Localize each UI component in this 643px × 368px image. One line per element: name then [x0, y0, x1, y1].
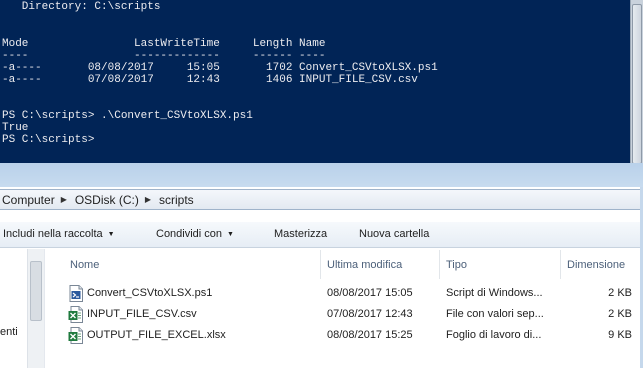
console-line: True [2, 122, 29, 134]
share-with-button[interactable]: Condividi con ▼ [156, 228, 234, 240]
new-folder-button[interactable]: Nuova cartella [359, 228, 429, 240]
address-bar[interactable]: Computer ▶ OSDisk (C:) ▶ scripts [0, 189, 643, 210]
burn-button[interactable]: Masterizza [274, 228, 327, 240]
console-line: ---- ------------- ------ ---- [2, 50, 326, 62]
breadcrumb-scripts[interactable]: scripts [157, 193, 196, 207]
dropdown-arrow-icon: ▼ [107, 231, 115, 238]
file-row[interactable]: OUTPUT_FILE_EXCEL.xlsx 08/08/2017 15:25 … [46, 325, 643, 346]
file-type: Foglio di lavoro di... [446, 329, 542, 341]
file-modified: 08/08/2017 15:25 [327, 329, 413, 341]
column-header-modified[interactable]: Ultima modifica [321, 250, 439, 279]
column-header-size[interactable]: Dimensione [561, 250, 641, 279]
include-in-library-button[interactable]: Includi nella raccolta ▼ [3, 228, 115, 240]
column-header-type[interactable]: Tipo [440, 250, 560, 279]
file-modified: 08/08/2017 15:05 [327, 287, 413, 299]
console-line: PS C:\scripts> .\Convert_CSVtoXLSX.ps1 [2, 110, 253, 122]
burn-label: Masterizza [274, 228, 328, 240]
file-name[interactable]: Convert_CSVtoXLSX.ps1 [87, 287, 212, 299]
console-line: -a---- 07/08/2017 12:43 1406 INPUT_FILE_… [2, 74, 418, 86]
file-size: 2 KB [608, 308, 632, 320]
share-with-label: Condividi con [156, 228, 223, 240]
window-frame [0, 163, 643, 187]
console-line: Mode LastWriteTime Length Name [2, 38, 326, 50]
navigation-pane-scrollbar[interactable] [27, 249, 44, 368]
excel-csv-icon [68, 306, 83, 323]
navigation-pane-scrollbar-thumb[interactable] [30, 261, 42, 321]
chevron-right-icon[interactable]: ▶ [57, 195, 73, 204]
file-type: File con valori sep... [446, 308, 544, 320]
file-size: 2 KB [608, 287, 632, 299]
file-name[interactable]: INPUT_FILE_CSV.csv [87, 308, 197, 320]
explorer-window: Computer ▶ OSDisk (C:) ▶ scripts Includi… [0, 163, 643, 368]
console-scrollbar[interactable] [630, 0, 643, 163]
file-modified: 07/08/2017 12:43 [327, 308, 413, 320]
new-folder-label: Nuova cartella [359, 228, 430, 240]
console-line: PS C:\scripts> [2, 134, 95, 146]
console-line: -a---- 08/08/2017 15:05 1702 Convert_CSV… [2, 62, 438, 74]
navigation-item-label[interactable]: enti [0, 326, 18, 338]
file-row[interactable]: INPUT_FILE_CSV.csv 07/08/2017 12:43 File… [46, 304, 643, 325]
powershell-console[interactable]: Directory: C:\scripts Mode LastWriteTime… [0, 0, 643, 163]
console-line: Directory: C:\scripts [2, 1, 161, 13]
column-header: Nome Ultima modifica Tipo Dimensione [46, 250, 643, 279]
console-scrollbar-thumb[interactable] [632, 4, 642, 163]
dropdown-arrow-icon: ▼ [227, 231, 234, 238]
file-size: 9 KB [608, 329, 632, 341]
excel-xlsx-icon [68, 327, 83, 344]
powershell-script-icon [69, 285, 83, 302]
command-bar: Includi nella raccolta ▼ Condividi con ▼ M… [0, 222, 643, 248]
breadcrumb-osdisk[interactable]: OSDisk (C:) [73, 193, 141, 207]
include-in-library-label: Includi nella raccolta [3, 228, 103, 240]
chevron-right-icon[interactable]: ▶ [141, 195, 157, 204]
file-type: Script di Windows... [446, 287, 543, 299]
file-row[interactable]: Convert_CSVtoXLSX.ps1 08/08/2017 15:05 S… [46, 283, 643, 304]
column-header-name[interactable]: Nome [64, 250, 320, 279]
file-name[interactable]: OUTPUT_FILE_EXCEL.xlsx [87, 329, 226, 341]
breadcrumb-computer[interactable]: Computer [0, 193, 57, 207]
